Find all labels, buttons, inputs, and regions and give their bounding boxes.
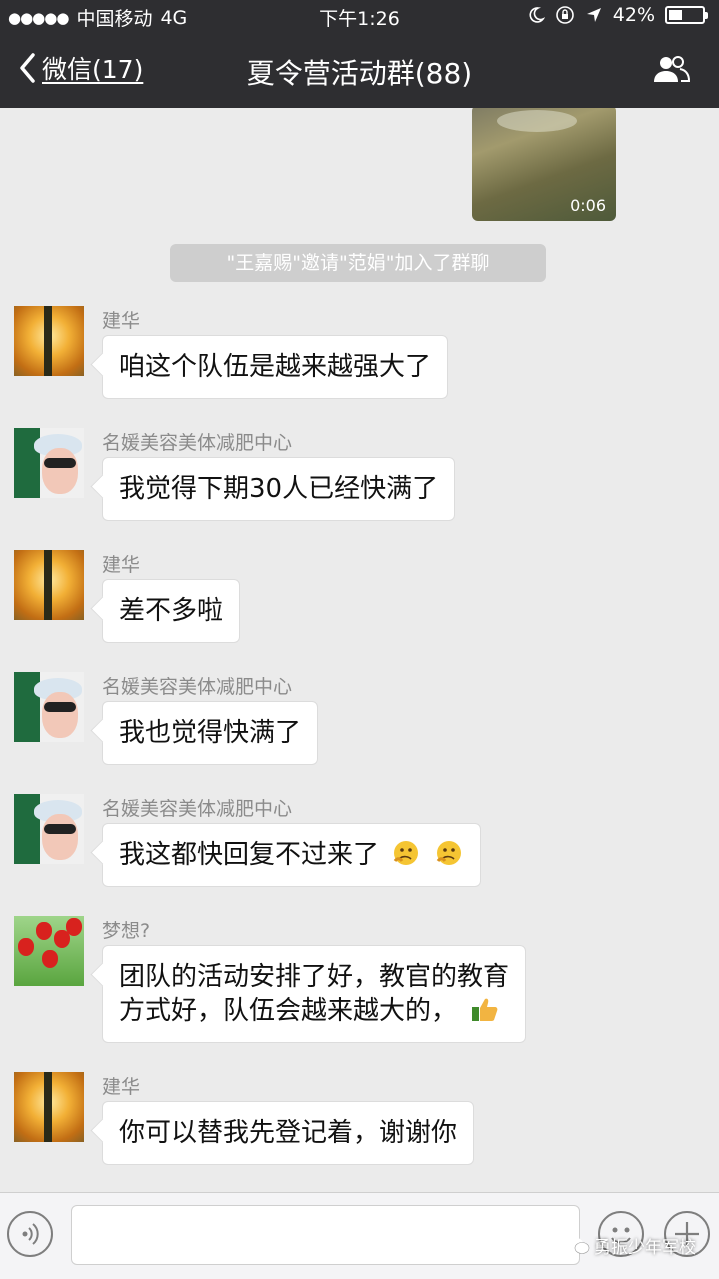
thumbs-up-emoji-icon: [472, 998, 498, 1021]
avatar[interactable]: [14, 428, 84, 498]
message-bubble[interactable]: 你可以替我先登记着，谢谢你: [102, 1101, 475, 1165]
video-duration: 0:06: [570, 196, 606, 215]
voice-icon: [22, 1223, 39, 1245]
message-bubble[interactable]: 团队的活动安排了好，教官的教育 方式好，队伍会越来越大的，: [102, 945, 527, 1043]
sender-name: 梦想?: [102, 920, 151, 942]
voice-button[interactable]: [7, 1211, 53, 1257]
sender-name: 名媛美容美体减肥中心: [102, 676, 293, 698]
avatar[interactable]: [14, 794, 84, 864]
message-text: 我这都快回复不过来了: [119, 840, 380, 870]
nav-bar: 微信(17) 夏令营活动群(88): [0, 32, 719, 108]
sender-name: 建华: [102, 310, 141, 332]
message-bubble[interactable]: 咱这个队伍是越来越强大了: [102, 335, 449, 399]
battery-icon: [665, 6, 708, 24]
message-text-line: 团队的活动安排了好，教官的教育: [119, 962, 510, 992]
avatar[interactable]: [14, 1072, 84, 1142]
watermark: 勇振少年军校: [566, 1233, 696, 1258]
group-info-button[interactable]: [651, 54, 691, 88]
sender-name: 名媛美容美体减肥中心: [102, 798, 293, 820]
avatar[interactable]: [14, 672, 84, 742]
sender-name: 建华: [102, 1076, 141, 1098]
lock-rotation-icon: [555, 6, 574, 24]
thinking-emoji-icon: [394, 841, 419, 865]
message-bubble[interactable]: 我觉得下期30人已经快满了: [102, 457, 456, 521]
chat-title: 夏令营活动群(88): [246, 57, 473, 90]
sender-name: 名媛美容美体减肥中心: [102, 432, 293, 454]
message-text-line: 方式好，队伍会越来越大的，: [119, 996, 458, 1026]
avatar[interactable]: [14, 550, 84, 620]
video-message[interactable]: 0:06: [472, 108, 616, 221]
location-arrow-icon: [586, 8, 601, 22]
group-members-icon: [654, 56, 691, 82]
message-bubble[interactable]: 我也觉得快满了: [102, 701, 319, 765]
avatar[interactable]: [14, 306, 84, 376]
watermark-text: 勇振少年军校: [594, 1238, 696, 1258]
message-bubble[interactable]: 我这都快回复不过来了: [102, 823, 481, 887]
message-bubble[interactable]: 差不多啦: [102, 579, 241, 643]
battery-percent: 42%: [612, 4, 655, 26]
message-input[interactable]: [71, 1205, 580, 1265]
system-notice: "王嘉赐"邀请"范娟"加入了群聊: [170, 244, 546, 282]
sender-name: 建华: [102, 554, 141, 576]
chat-area[interactable]: 0:06 "王嘉赐"邀请"范娟"加入了群聊 建华 咱这个队伍是越来越强大了 名媛…: [0, 108, 719, 1192]
thinking-emoji-icon: [436, 841, 461, 865]
battery-fill: [669, 10, 683, 20]
video-thumbnail: [497, 110, 577, 132]
status-bar: ●●●●● 中国移动 4G 下午1:26 42%: [0, 0, 719, 32]
wechat-logo-icon: [567, 1237, 590, 1254]
avatar[interactable]: [14, 916, 84, 986]
moon-icon: [529, 7, 545, 23]
